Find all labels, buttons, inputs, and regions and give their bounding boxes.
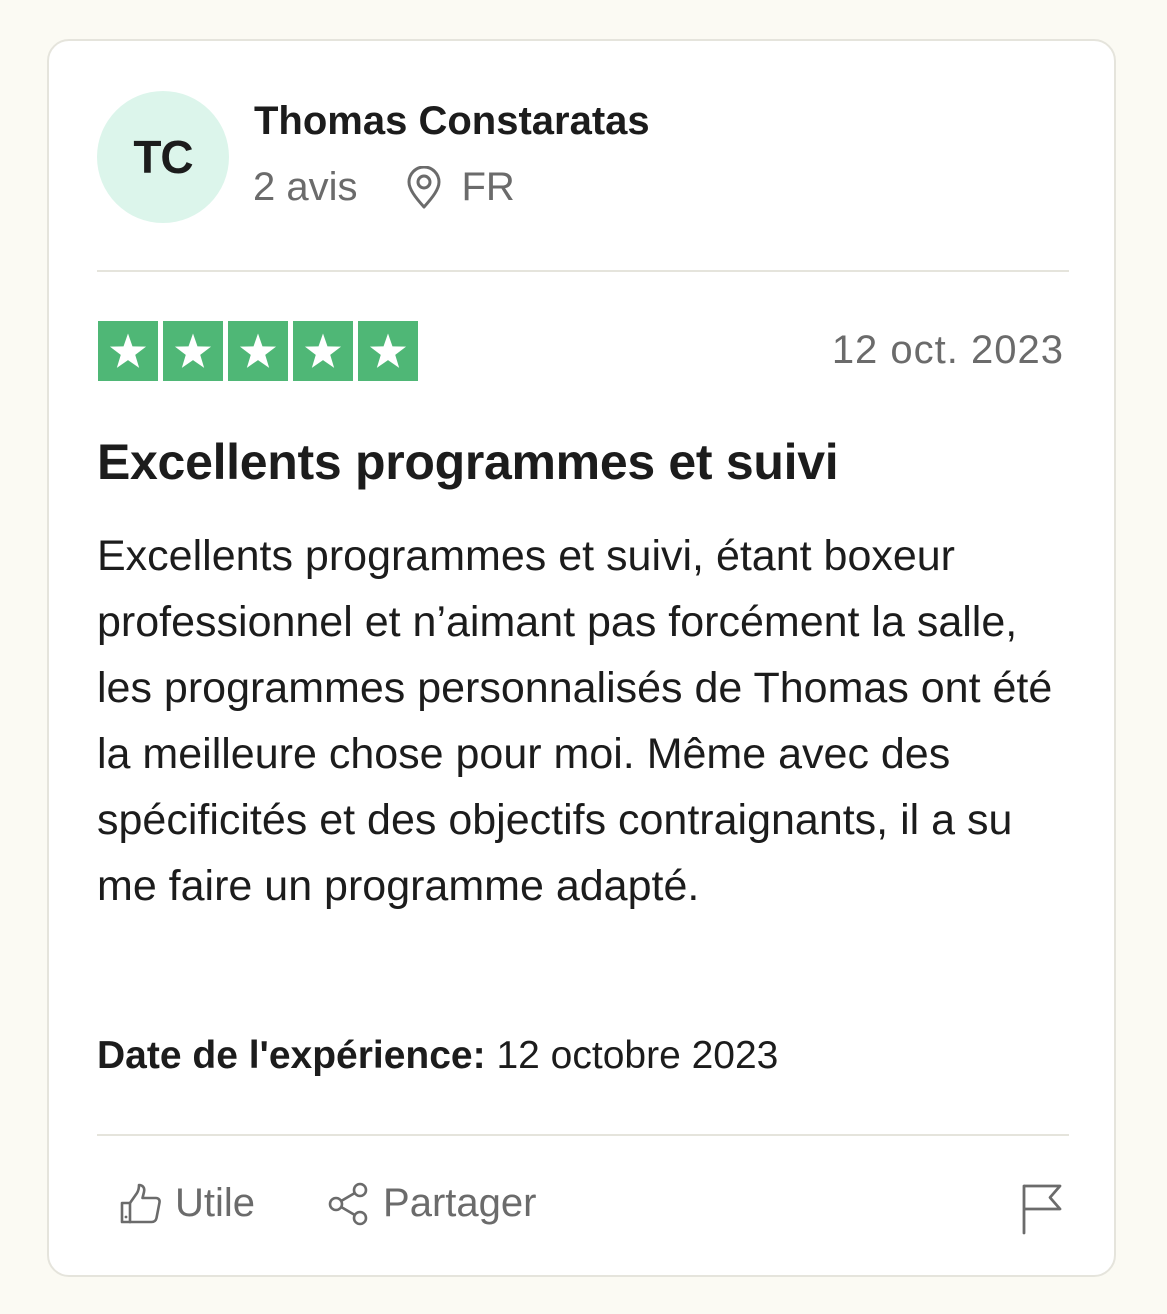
experience-date: Date de l'expérience: 12 octobre 2023 xyxy=(97,1034,778,1078)
share-label: Partager xyxy=(383,1181,537,1225)
useful-button[interactable]: Utile xyxy=(119,1181,255,1226)
review-date: 12 oct. 2023 xyxy=(831,328,1064,372)
star-icon xyxy=(98,321,158,381)
reviewer-meta: 2 avis FR xyxy=(253,165,515,210)
star-icon xyxy=(293,321,353,381)
review-title[interactable]: Excellents programmes et suivi xyxy=(97,433,839,491)
thumbs-up-icon xyxy=(120,1183,161,1223)
share-button[interactable]: Partager xyxy=(327,1181,536,1226)
reviewer-name[interactable]: Thomas Constaratas xyxy=(254,99,650,144)
experience-label: Date de l'expérience: xyxy=(97,1034,486,1077)
avatar[interactable]: TC xyxy=(97,91,229,223)
divider xyxy=(97,270,1069,272)
review-actions: Utile Partager xyxy=(119,1181,536,1226)
star-rating xyxy=(98,321,418,381)
experience-value: 12 octobre 2023 xyxy=(496,1034,779,1077)
avatar-initials: TC xyxy=(133,131,193,183)
star-icon xyxy=(358,321,418,381)
star-icon xyxy=(228,321,288,381)
useful-label: Utile xyxy=(175,1181,256,1225)
reviewer-country: FR xyxy=(461,165,515,209)
share-icon xyxy=(328,1182,368,1225)
reviews-count: 2 avis xyxy=(253,165,358,209)
divider xyxy=(97,1134,1069,1136)
star-icon xyxy=(163,321,223,381)
flag-icon xyxy=(1022,1184,1062,1235)
review-card: TC Thomas Constaratas 2 avis FR 12 oct. … xyxy=(47,39,1116,1277)
report-button[interactable] xyxy=(1020,1183,1064,1235)
location-pin-icon xyxy=(404,165,444,210)
review-body: Excellents programmes et suivi, étant bo… xyxy=(97,532,1053,910)
